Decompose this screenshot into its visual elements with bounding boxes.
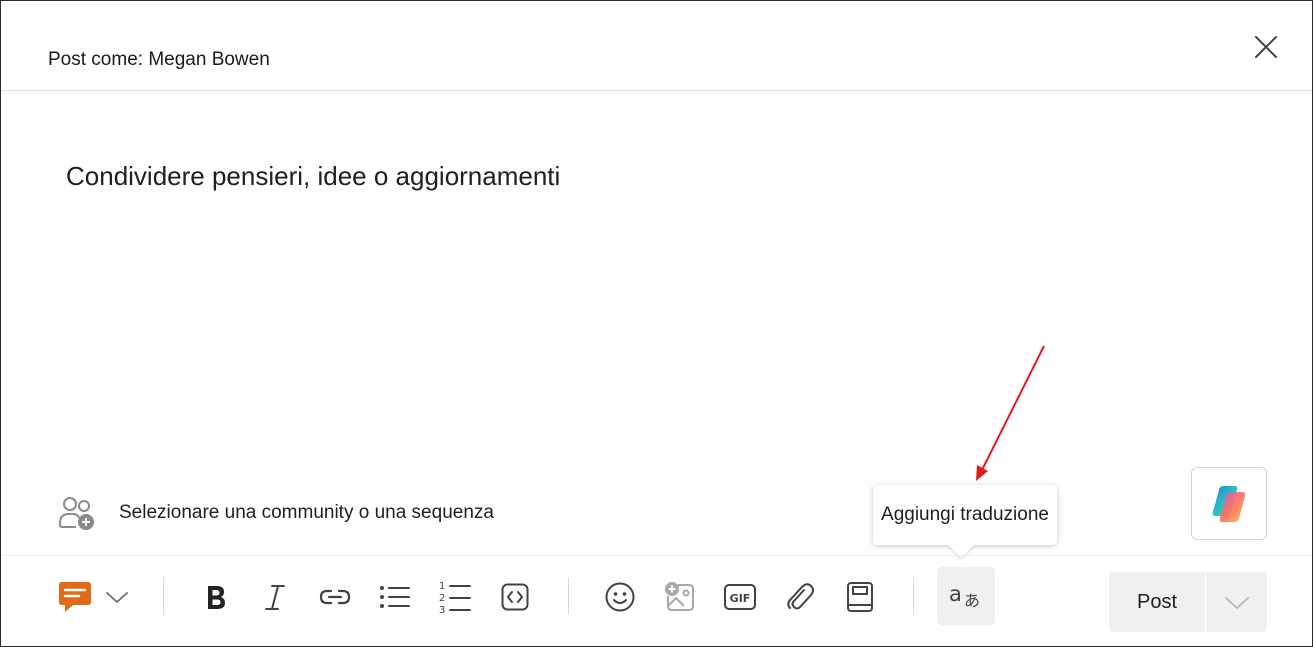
attachment-icon	[787, 583, 814, 610]
bullet-list-icon	[380, 586, 410, 608]
link-icon	[319, 589, 351, 605]
add-translation-button[interactable]: a あ	[937, 567, 995, 625]
post-button-group: Post	[1109, 572, 1267, 632]
italic-icon	[265, 585, 285, 610]
numbered-list-button[interactable]: 1 2 3	[427, 570, 483, 624]
gif-icon: GIF	[724, 584, 756, 610]
svg-text:2: 2	[439, 593, 445, 604]
chevron-down-icon	[106, 592, 128, 603]
svg-text:あ: あ	[964, 591, 980, 610]
bold-button[interactable]	[187, 570, 243, 624]
translate-icon: a あ	[949, 582, 980, 610]
code-block-icon	[501, 583, 529, 611]
community-add-icon	[59, 497, 94, 530]
copilot-button[interactable]	[1191, 467, 1267, 540]
post-type-dropdown[interactable]	[93, 570, 141, 624]
post-as-label: Post come: Megan Bowen	[48, 49, 270, 70]
code-block-button[interactable]	[487, 570, 543, 624]
discussion-icon	[59, 582, 91, 612]
post-dialog: Post come: Megan Bowen Condividere pensi…	[0, 0, 1313, 647]
community-selector[interactable]: Selezionare una community o una sequenza	[57, 491, 577, 535]
community-selector-label: Selezionare una community o una sequenza	[119, 502, 494, 523]
svg-text:1: 1	[439, 581, 445, 592]
bullet-list-button[interactable]	[367, 570, 423, 624]
gif-button[interactable]: GIF	[712, 570, 768, 624]
toolbar-divider	[163, 578, 164, 614]
book-button[interactable]	[832, 570, 888, 624]
dialog-header: Post come: Megan Bowen	[1, 1, 1312, 91]
add-image-button[interactable]	[652, 570, 708, 624]
numbered-list-icon: 1 2 3	[439, 581, 471, 615]
link-button[interactable]	[307, 570, 363, 624]
book-icon	[847, 582, 873, 612]
chevron-down-icon	[1224, 597, 1249, 609]
close-icon	[1255, 36, 1277, 58]
copilot-icon	[1212, 485, 1246, 522]
formatting-toolbar: 1 2 3 GIF a あ Post	[1, 555, 1312, 647]
italic-button[interactable]	[247, 570, 303, 624]
post-editor-placeholder[interactable]: Condividere pensieri, idee o aggiornamen…	[66, 161, 560, 192]
emoji-button[interactable]	[592, 570, 648, 624]
svg-text:GIF: GIF	[730, 592, 751, 605]
post-options-dropdown[interactable]	[1206, 572, 1267, 632]
toolbar-divider	[568, 578, 569, 614]
post-button[interactable]: Post	[1109, 572, 1205, 632]
svg-text:3: 3	[439, 605, 445, 615]
svg-text:a: a	[949, 582, 962, 606]
emoji-icon	[605, 582, 635, 612]
attach-file-button[interactable]	[772, 570, 828, 624]
translate-tooltip: Aggiungi traduzione	[873, 485, 1057, 545]
close-button[interactable]	[1249, 30, 1283, 64]
bold-icon	[208, 586, 225, 609]
add-image-icon	[665, 582, 694, 611]
toolbar-divider	[913, 578, 914, 614]
